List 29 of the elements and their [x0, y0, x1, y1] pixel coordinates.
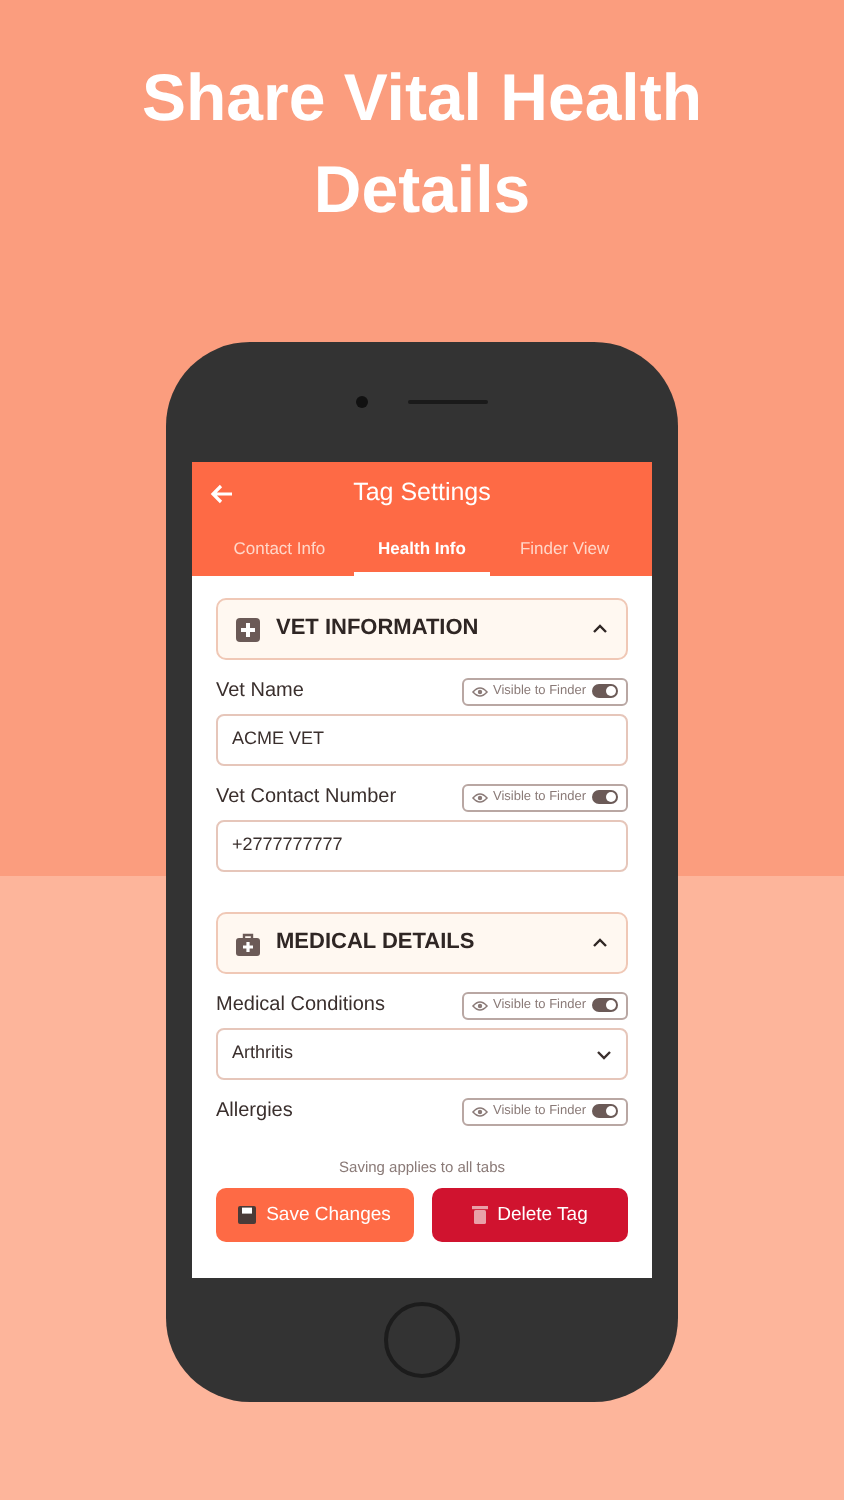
trash-icon — [471, 1206, 488, 1225]
field-label: Vet Name — [216, 678, 304, 706]
medical-bag-icon — [236, 931, 260, 955]
section-title: VET INFORMATION — [276, 614, 481, 645]
tab[interactable]: Finder View — [497, 524, 632, 576]
input-field[interactable]: ACME VET — [216, 714, 628, 766]
section-title: MEDICAL DETAILS — [276, 928, 477, 959]
eye-icon — [471, 999, 487, 1011]
section-header[interactable]: MEDICAL DETAILS — [216, 912, 628, 974]
delete-button[interactable]: Delete Tag — [431, 1188, 628, 1243]
headline: Share Vital Health Details — [139, 58, 704, 230]
select-field[interactable]: Arthritis — [216, 1028, 628, 1080]
chevron-up-icon — [592, 624, 608, 634]
tab[interactable]: Health Info — [354, 524, 490, 576]
field-label: Medical Conditions — [216, 992, 385, 1020]
eye-icon — [471, 685, 487, 697]
back-arrow-icon[interactable] — [210, 483, 234, 503]
save-button[interactable]: Save Changes — [216, 1188, 413, 1243]
field-label: Vet Contact Number — [216, 784, 397, 812]
eye-icon — [471, 791, 487, 803]
section-header[interactable]: VET INFORMATION — [216, 598, 628, 660]
screen-title: Tag Settings — [351, 476, 493, 511]
field-label: Allergies — [216, 1098, 293, 1126]
chevron-up-icon — [592, 938, 608, 948]
eye-icon — [471, 1105, 487, 1117]
chevron-down-icon — [596, 1049, 612, 1059]
camera-icon — [356, 396, 368, 408]
input-field[interactable]: +2777777777 — [216, 820, 628, 872]
medical-cross-icon — [236, 617, 260, 641]
